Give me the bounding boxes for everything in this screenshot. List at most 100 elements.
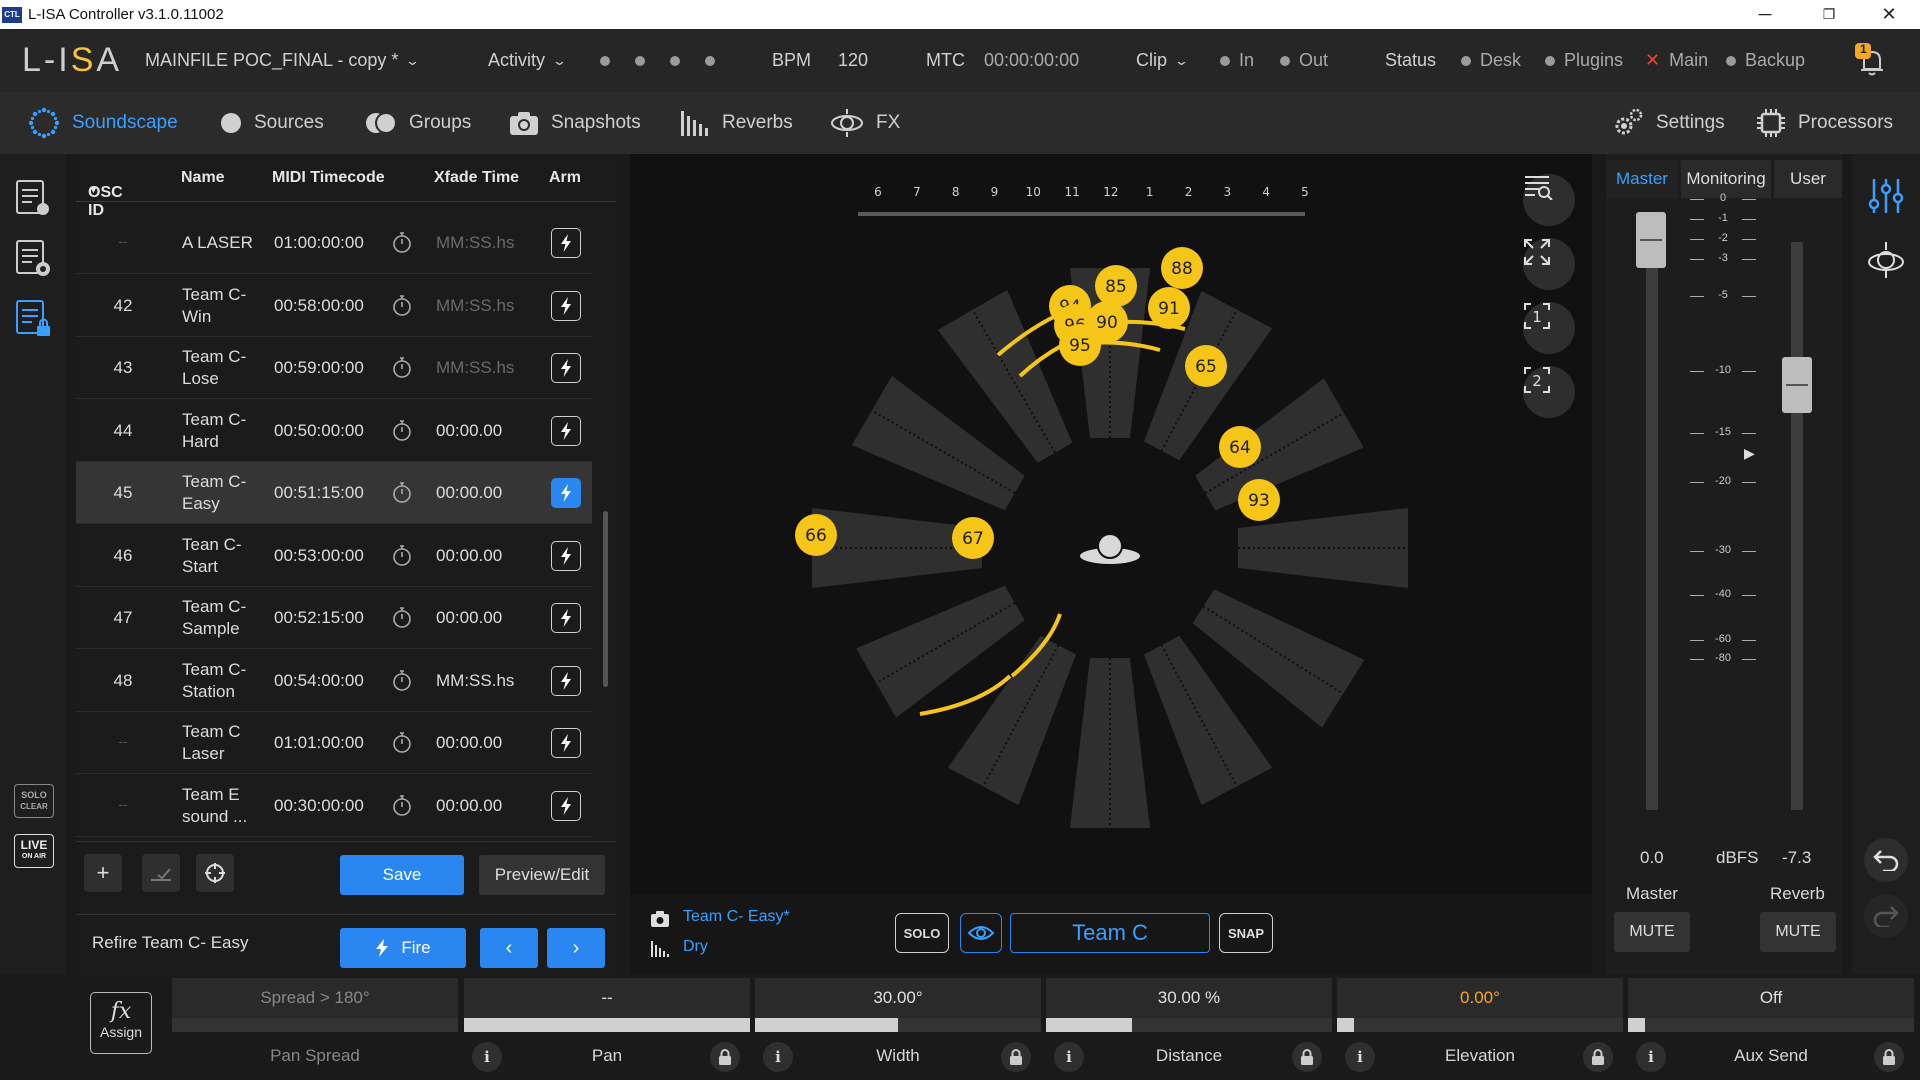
- table-row[interactable]: 47 Team C- Sample 00:52:15:00 00:00.00: [76, 587, 592, 649]
- table-row[interactable]: 42 Team C- Win 00:58:00:00 MM:SS.hs: [76, 275, 592, 337]
- param-slider[interactable]: [1628, 1018, 1914, 1032]
- view-preset-1-button[interactable]: 1: [1523, 302, 1575, 354]
- fx-assign-button[interactable]: fx Assign: [90, 992, 152, 1054]
- timecode-cell[interactable]: 00:50:00:00: [274, 421, 364, 441]
- sound-object[interactable]: 67: [952, 517, 994, 559]
- stopwatch-icon[interactable]: [390, 730, 414, 754]
- timecode-cell[interactable]: 01:00:00:00: [274, 233, 364, 253]
- name-cell[interactable]: A LASER: [182, 232, 264, 254]
- arm-toggle[interactable]: [551, 290, 581, 321]
- locate-button[interactable]: [196, 854, 234, 892]
- name-cell[interactable]: Team C- Easy: [182, 471, 264, 515]
- reverb-fader-knob[interactable]: [1782, 356, 1812, 413]
- fit-view-button[interactable]: [1523, 238, 1575, 290]
- group-selector[interactable]: Team C: [1010, 913, 1210, 953]
- info-icon[interactable]: i: [472, 1042, 502, 1072]
- xfade-cell[interactable]: 00:00.00: [436, 483, 502, 503]
- next-snapshot-button[interactable]: ›: [547, 928, 605, 968]
- clip-in[interactable]: In: [1220, 29, 1254, 92]
- lock-button[interactable]: [1292, 1042, 1322, 1072]
- info-icon[interactable]: i: [763, 1042, 793, 1072]
- arm-toggle[interactable]: [551, 415, 581, 446]
- info-icon[interactable]: i: [1636, 1042, 1666, 1072]
- stopwatch-icon[interactable]: [390, 355, 414, 379]
- timecode-cell[interactable]: 00:59:00:00: [274, 358, 364, 378]
- activity-menu[interactable]: Activity ⌄: [488, 29, 567, 92]
- timecode-cell[interactable]: 00:30:00:00: [274, 796, 364, 816]
- table-row[interactable]: 48 Team C- Station 00:54:00:00 MM:SS.hs: [76, 650, 592, 712]
- stopwatch-icon[interactable]: [390, 543, 414, 567]
- arm-toggle[interactable]: [551, 790, 581, 821]
- reorder-button[interactable]: [142, 854, 180, 892]
- stopwatch-icon[interactable]: [390, 668, 414, 692]
- table-row[interactable]: 44 Team C- Hard 00:50:00:00 00:00.00: [76, 400, 592, 462]
- previous-snapshot-button[interactable]: ‹: [480, 928, 538, 968]
- arm-toggle[interactable]: [551, 603, 581, 633]
- xfade-cell[interactable]: 00:00.00: [436, 608, 502, 628]
- solo-button[interactable]: SOLO: [895, 913, 949, 953]
- column-name[interactable]: Name: [181, 169, 225, 187]
- add-snapshot-button[interactable]: +: [84, 854, 122, 892]
- column-arm[interactable]: Arm: [549, 169, 581, 187]
- tab-sources[interactable]: Sources: [220, 92, 324, 154]
- info-icon[interactable]: i: [1345, 1042, 1375, 1072]
- name-cell[interactable]: Team C- Station: [182, 659, 264, 703]
- name-cell[interactable]: Team C- Hard: [182, 409, 264, 453]
- column-midi-timecode[interactable]: MIDI Timecode: [272, 169, 385, 187]
- stopwatch-icon[interactable]: [390, 230, 414, 254]
- param-value[interactable]: 0.00°: [1337, 978, 1623, 1018]
- tab-groups[interactable]: Groups: [365, 92, 471, 154]
- file-menu[interactable]: MAINFILE POC_FINAL - copy * ⌄: [145, 29, 420, 92]
- tab-master[interactable]: Master: [1606, 160, 1678, 198]
- scrollbar[interactable]: [603, 511, 608, 687]
- name-cell[interactable]: Team E sound ...: [182, 784, 264, 828]
- tab-soundscape[interactable]: Soundscape: [28, 92, 178, 154]
- sound-object[interactable]: 95: [1059, 324, 1101, 366]
- tab-reverbs[interactable]: Reverbs: [680, 92, 793, 154]
- param-slider[interactable]: [1337, 1018, 1623, 1032]
- timecode-cell[interactable]: 00:54:00:00: [274, 671, 364, 691]
- snapshot-edit-button[interactable]: [14, 298, 52, 338]
- param-slider[interactable]: [1046, 1018, 1332, 1032]
- xfade-cell[interactable]: 00:00.00: [436, 733, 502, 753]
- arm-toggle[interactable]: [551, 665, 581, 696]
- column-xfade-time[interactable]: Xfade Time: [434, 169, 519, 187]
- tab-user[interactable]: User: [1774, 160, 1842, 198]
- xfade-cell[interactable]: MM:SS.hs: [436, 233, 514, 253]
- info-icon[interactable]: i: [1054, 1042, 1084, 1072]
- stopwatch-icon[interactable]: [390, 293, 414, 317]
- table-row[interactable]: -- A LASER 01:00:00:00 MM:SS.hs: [76, 212, 592, 274]
- param-slider[interactable]: [464, 1018, 750, 1032]
- xfade-cell[interactable]: 00:00.00: [436, 796, 502, 816]
- soundscape-view[interactable]: 678910111212345888594919690956564936667 …: [630, 154, 1592, 894]
- tab-fx[interactable]: FX: [830, 92, 900, 154]
- clip-out[interactable]: Out: [1280, 29, 1328, 92]
- spatial-orbit-icon[interactable]: [1866, 240, 1906, 280]
- param-value[interactable]: --: [464, 978, 750, 1018]
- arm-toggle[interactable]: [551, 540, 581, 571]
- name-cell[interactable]: Team C- Lose: [182, 346, 264, 390]
- name-cell[interactable]: Team C- Sample: [182, 596, 264, 640]
- xfade-cell[interactable]: 00:00.00: [436, 421, 502, 441]
- live-on-air-button[interactable]: LIVE ON AIR: [14, 834, 54, 868]
- bpm-value[interactable]: 120: [838, 29, 868, 92]
- stopwatch-icon[interactable]: [390, 480, 414, 504]
- xfade-cell[interactable]: MM:SS.hs: [436, 296, 514, 316]
- tab-snapshots[interactable]: Snapshots: [509, 92, 641, 154]
- param-slider[interactable]: [755, 1018, 1041, 1032]
- table-row[interactable]: -- Team E sound ... 00:30:00:00 00:00.00: [76, 775, 592, 837]
- param-value[interactable]: 30.00°: [755, 978, 1041, 1018]
- master-fader-track[interactable]: [1646, 214, 1658, 810]
- save-button[interactable]: Save: [340, 855, 464, 895]
- table-row[interactable]: 46 Tean C- Start 00:53:00:00 00:00.00: [76, 525, 592, 587]
- minimize-button[interactable]: ─: [1742, 0, 1788, 29]
- timecode-cell[interactable]: 00:51:15:00: [274, 483, 364, 503]
- view-preset-2-button[interactable]: 2: [1523, 366, 1575, 418]
- table-row[interactable]: -- Team C Laser 01:01:00:00 00:00.00: [76, 712, 592, 774]
- param-value[interactable]: 30.00 %: [1046, 978, 1332, 1018]
- lock-button[interactable]: [1583, 1042, 1613, 1072]
- restore-button[interactable]: ❐: [1806, 0, 1852, 29]
- filter-list-button[interactable]: [1523, 174, 1575, 226]
- close-button[interactable]: ✕: [1866, 0, 1912, 29]
- arm-toggle[interactable]: [551, 728, 581, 758]
